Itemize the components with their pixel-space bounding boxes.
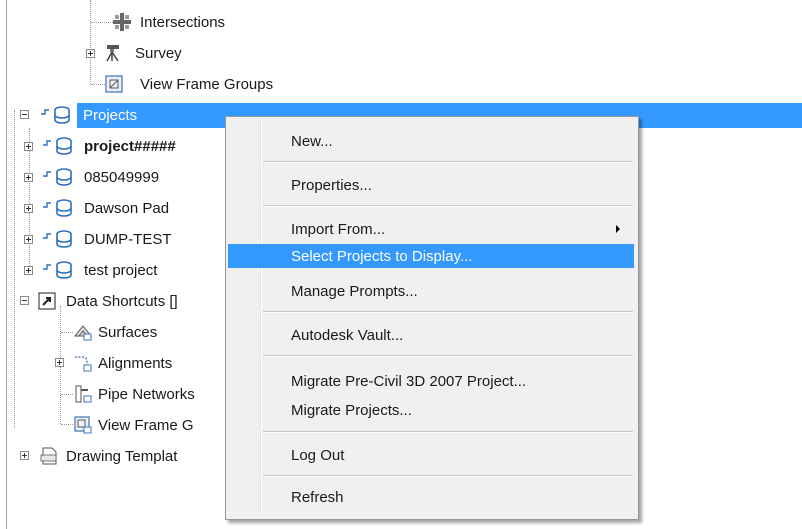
tree-item-label: Pipe Networks: [98, 385, 195, 403]
project-database-icon: [43, 230, 72, 248]
collapse-toggle[interactable]: [20, 110, 29, 119]
submenu-arrow-icon: [616, 225, 620, 233]
tree-item-label: Surfaces: [98, 323, 158, 341]
tree-item-label: View Frame G: [98, 416, 194, 434]
tree-item-project[interactable]: DUMP-TEST: [42, 226, 222, 252]
menu-item-manage-prompts[interactable]: Manage Prompts...: [228, 279, 634, 303]
menu-item-import-from[interactable]: Import From...: [228, 217, 634, 241]
menu-item-label: Select Projects to Display...: [291, 247, 473, 265]
expand-toggle[interactable]: [24, 142, 33, 151]
collapse-toggle[interactable]: [20, 296, 29, 305]
tree-item-drawing-templates[interactable]: Drawing Templat: [40, 443, 225, 469]
surfaces-icon: [74, 325, 92, 341]
menu-item-new[interactable]: New...: [228, 129, 634, 153]
menu-item-select-projects-to-display[interactable]: Select Projects to Display...: [228, 244, 634, 268]
menu-item-label: Log Out: [291, 446, 345, 464]
menu-item-label: New...: [291, 132, 333, 150]
survey-icon: [106, 45, 119, 62]
tree-item-label: Data Shortcuts []: [66, 292, 178, 310]
expand-toggle[interactable]: [55, 358, 64, 367]
tree-item-label: Alignments: [98, 354, 173, 372]
menu-separator: [263, 311, 633, 313]
data-shortcuts-icon: [38, 292, 56, 310]
tree-item-label: DUMP-TEST: [84, 230, 172, 248]
tree-item-label: test project: [84, 261, 158, 279]
menu-separator: [263, 475, 633, 477]
tree-item-label: project#####: [84, 137, 176, 155]
menu-separator: [263, 431, 633, 433]
menu-item-label: Autodesk Vault...: [291, 326, 404, 344]
tree-guide: [91, 22, 113, 24]
project-database-icon: [43, 261, 72, 279]
tree-item-label: 085049999: [84, 168, 160, 186]
menu-item-properties[interactable]: Properties...: [228, 173, 634, 197]
alignments-icon: [75, 356, 92, 372]
tree-guide: [61, 332, 73, 334]
project-database-icon: [43, 199, 72, 217]
intersections-icon: [113, 13, 131, 31]
expand-toggle[interactable]: [20, 451, 29, 460]
tree-item-label: Intersections: [140, 13, 226, 31]
menu-item-autodesk-vault[interactable]: Autodesk Vault...: [228, 323, 634, 347]
view-frame-groups-icon: [105, 75, 123, 93]
menu-separator: [263, 161, 633, 163]
menu-separator: [263, 355, 633, 357]
tree-item-project[interactable]: 085049999: [42, 164, 222, 190]
view-frame-groups-icon: [74, 416, 92, 434]
menu-item-migrate-projects[interactable]: Migrate Projects...: [228, 398, 634, 422]
expand-toggle[interactable]: [86, 49, 95, 58]
menu-item-label: Import From...: [291, 220, 386, 238]
pipe-networks-icon: [75, 385, 92, 403]
tree-guide: [61, 424, 73, 426]
menu-item-label: Migrate Projects...: [291, 401, 412, 419]
tree-item-view-frame-groups-shortcut[interactable]: View Frame G: [74, 412, 225, 438]
menu-item-log-out[interactable]: Log Out: [228, 443, 634, 467]
tree-guide: [61, 394, 73, 396]
tree-guide: [91, 84, 105, 86]
tree-item-projects[interactable]: Projects: [40, 102, 160, 128]
tree-item-surfaces[interactable]: Surfaces: [74, 319, 224, 345]
project-database-icon: [43, 137, 72, 155]
tree-guide: [90, 0, 92, 84]
tree-item-project[interactable]: Dawson Pad: [42, 195, 222, 221]
tree-item-label: Projects: [83, 106, 138, 124]
projects-database-icon: [41, 106, 70, 124]
tree-item-label: View Frame Groups: [140, 75, 274, 93]
menu-separator: [263, 205, 633, 207]
tree-item-survey[interactable]: Survey: [105, 40, 225, 66]
drawing-template-icon: [40, 447, 57, 465]
expand-toggle[interactable]: [24, 266, 33, 275]
tree-guide: [14, 110, 16, 428]
menu-item-label: Properties...: [291, 176, 372, 194]
tree-item-pipe-networks[interactable]: Pipe Networks: [74, 381, 225, 407]
tree-item-label: Dawson Pad: [84, 199, 170, 217]
tree-item-view-frame-groups[interactable]: View Frame Groups: [105, 71, 305, 97]
tree-item-label: Drawing Templat: [66, 447, 178, 465]
expand-toggle[interactable]: [24, 235, 33, 244]
menu-item-migrate-pre-civil-3d-2007[interactable]: Migrate Pre-Civil 3D 2007 Project...: [228, 369, 634, 393]
context-menu: New... Properties... Import From... Sele…: [225, 116, 639, 520]
menu-item-label: Migrate Pre-Civil 3D 2007 Project...: [291, 372, 527, 390]
tree-item-alignments[interactable]: Alignments: [74, 350, 224, 376]
menu-item-label: Refresh: [291, 488, 344, 506]
menu-item-label: Manage Prompts...: [291, 282, 418, 300]
tree-item-label: Survey: [135, 44, 182, 62]
tree-item-data-shortcuts[interactable]: Data Shortcuts []: [38, 288, 225, 314]
tree-item-intersections[interactable]: Intersections: [113, 9, 273, 35]
menu-item-refresh[interactable]: Refresh: [228, 485, 634, 509]
expand-toggle[interactable]: [24, 204, 33, 213]
tree-item-project[interactable]: project#####: [42, 133, 225, 159]
tree-item-project[interactable]: test project: [42, 257, 222, 283]
project-database-icon: [43, 168, 72, 186]
expand-toggle[interactable]: [24, 173, 33, 182]
